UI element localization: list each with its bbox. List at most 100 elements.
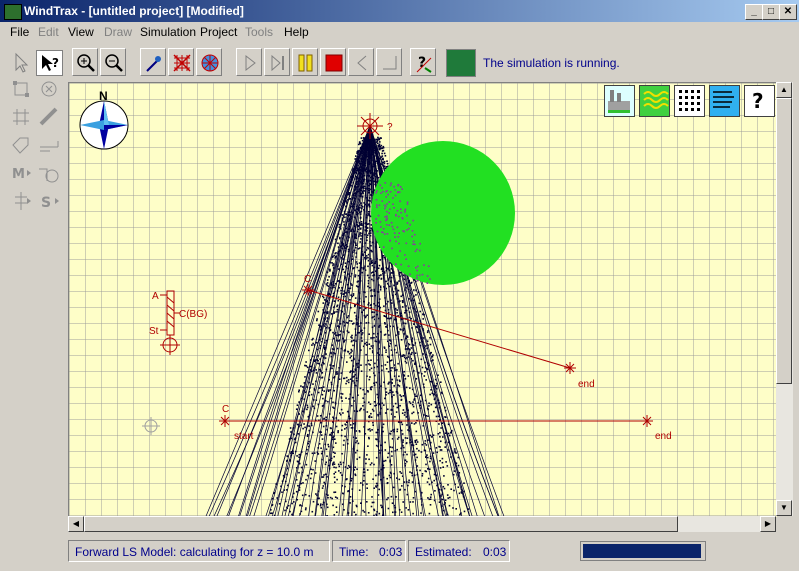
plume-particle xyxy=(371,408,374,411)
plume-particle xyxy=(321,389,323,391)
plume-particle xyxy=(376,150,379,152)
select-icon[interactable] xyxy=(8,50,35,76)
horizontal-scrollbar[interactable]: ◀ ▶ xyxy=(68,516,776,532)
tag-icon[interactable] xyxy=(8,133,35,159)
grid-pattern-icon[interactable] xyxy=(674,85,705,117)
plume-particle xyxy=(403,370,406,373)
plume-particle xyxy=(372,156,375,158)
menu-simulation[interactable]: Simulation xyxy=(140,25,196,39)
vertical-scroll-thumb[interactable] xyxy=(776,98,792,384)
plume-particle xyxy=(368,276,370,279)
plume-particle xyxy=(373,315,376,318)
wind-lines-icon[interactable] xyxy=(709,85,740,117)
scroll-right-button[interactable]: ▶ xyxy=(760,516,776,532)
grid-icon[interactable] xyxy=(8,105,35,131)
horizontal-scroll-thumb[interactable] xyxy=(84,516,678,532)
plume-particle xyxy=(390,464,393,466)
plume-particle xyxy=(377,396,379,399)
menu-project[interactable]: Project xyxy=(200,25,237,39)
s-circle-icon[interactable] xyxy=(36,161,63,187)
plume-particle xyxy=(381,150,384,152)
plume-particle xyxy=(373,332,375,335)
plume-particle xyxy=(389,184,392,187)
factory-icon[interactable] xyxy=(604,85,635,117)
plume-particle xyxy=(358,160,361,163)
plume-particle xyxy=(309,387,311,389)
rotate-icon[interactable] xyxy=(36,77,63,103)
menu-draw[interactable]: Draw xyxy=(104,25,132,39)
plume-particle xyxy=(392,429,394,431)
plume-particle xyxy=(387,507,390,510)
plume-particle xyxy=(422,318,424,320)
plume-particle xyxy=(319,368,321,371)
plume-particle xyxy=(379,137,382,139)
plume-particle xyxy=(321,393,324,396)
plume-particle xyxy=(348,320,351,322)
zoom-in-icon[interactable] xyxy=(72,48,98,76)
minimize-button[interactable]: _ xyxy=(745,4,763,20)
source-grid-icon[interactable] xyxy=(168,48,194,76)
plume-particle xyxy=(363,511,366,513)
plume-particle xyxy=(354,188,356,190)
point-source-marker[interactable]: ? xyxy=(357,113,393,139)
heat-icon[interactable] xyxy=(639,85,670,117)
play-icon[interactable] xyxy=(236,48,262,76)
menu-edit[interactable]: Edit xyxy=(38,25,59,39)
plume-particle xyxy=(320,421,322,424)
plume-particle xyxy=(351,488,354,490)
stop-icon[interactable] xyxy=(320,48,346,76)
scroll-left-button[interactable]: ◀ xyxy=(68,516,84,532)
plume-particle xyxy=(290,452,292,455)
resize-icon[interactable] xyxy=(8,77,35,103)
m-icon[interactable]: M xyxy=(8,161,35,187)
plume-particle xyxy=(356,169,358,171)
scroll-down-button[interactable]: ▼ xyxy=(776,500,792,516)
plume-particle xyxy=(320,333,322,336)
step-back-icon[interactable] xyxy=(348,48,374,76)
plume-particle xyxy=(345,265,347,268)
plume-particle xyxy=(390,369,392,372)
plume-particle xyxy=(378,348,380,350)
pause-icon[interactable] xyxy=(292,48,318,76)
plume-particle xyxy=(374,152,377,154)
plume-particle xyxy=(342,254,345,256)
ruler-icon[interactable] xyxy=(36,105,63,131)
tower-icon[interactable] xyxy=(8,189,35,215)
area-source[interactable] xyxy=(371,141,515,285)
sensor-target-icon[interactable] xyxy=(196,48,222,76)
plume-particle xyxy=(450,488,452,490)
sensor-line-icon[interactable] xyxy=(36,133,63,159)
menu-tools[interactable]: Tools xyxy=(245,25,273,39)
plume-particle xyxy=(426,282,429,284)
plume-particle xyxy=(353,199,356,202)
plume-particle xyxy=(373,382,375,384)
maximize-button[interactable]: □ xyxy=(762,4,780,20)
s-icon[interactable]: S xyxy=(36,189,63,215)
vertical-scrollbar[interactable]: ▲ ▼ xyxy=(776,82,793,516)
select-help-icon[interactable]: ? xyxy=(36,50,63,76)
plume-particle xyxy=(309,477,312,480)
step-end-icon[interactable] xyxy=(264,48,290,76)
plume-particle xyxy=(401,300,404,302)
plume-particle xyxy=(316,318,318,320)
close-button[interactable]: ✕ xyxy=(779,4,797,20)
plume-particle xyxy=(423,449,426,451)
plume-particle xyxy=(405,337,407,340)
end-icon[interactable] xyxy=(376,48,402,76)
plume-particle xyxy=(345,231,347,233)
menu-file[interactable]: File xyxy=(10,25,29,39)
sensor-tower[interactable]: A St C(BG) xyxy=(149,290,207,355)
map-canvas[interactable]: N ? A St C(BG) C end C start end xyxy=(68,82,777,517)
scroll-up-button[interactable]: ▲ xyxy=(776,82,792,98)
line-sensor-1[interactable]: C end xyxy=(302,274,595,390)
menu-view[interactable]: View xyxy=(68,25,94,39)
probe-icon[interactable] xyxy=(140,48,166,76)
help-cursor-icon[interactable]: ? xyxy=(410,48,436,76)
plume-particle xyxy=(356,468,358,470)
plume-particle xyxy=(435,388,438,390)
plume-particle xyxy=(367,321,370,324)
zoom-out-icon[interactable] xyxy=(100,48,126,76)
plume-particle xyxy=(346,467,349,470)
help-icon[interactable]: ? xyxy=(744,85,775,117)
menu-help[interactable]: Help xyxy=(284,25,309,39)
